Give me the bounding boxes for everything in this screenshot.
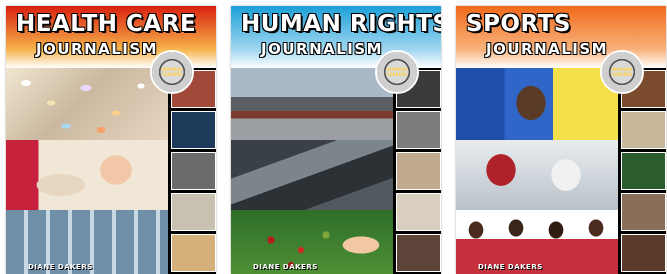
thumbnail (396, 152, 441, 190)
book-subtitle: JOURNALISM (36, 40, 159, 58)
book-cover-human-rights[interactable]: HUMAN RIGHTS JOURNALISM INSPIRED CAREERS… (231, 6, 441, 274)
thumbnail (621, 111, 666, 149)
book-title: SPORTS (466, 11, 571, 37)
thumbnail (396, 111, 441, 149)
cover-photo-fifa (456, 68, 618, 140)
book-cover-sports[interactable]: SPORTS JOURNALISM INSPIRED CAREERS DIANE… (456, 6, 666, 274)
thumbnail-strip (618, 68, 666, 274)
author-name: DIANE DAKERS (28, 263, 93, 271)
cover-photo-ships (231, 68, 393, 140)
seal-text: INSPIRED CAREERS (386, 67, 408, 77)
author-name: DIANE DAKERS (253, 263, 318, 271)
thumbnail (171, 152, 216, 190)
cover-photo-patient (6, 140, 168, 210)
cover-photo-hockey (456, 140, 618, 210)
thumbnail (621, 234, 666, 272)
series-seal-icon: INSPIRED CAREERS (375, 50, 419, 94)
book-subtitle: JOURNALISM (261, 40, 384, 58)
thumbnail (396, 193, 441, 231)
seal-text: INSPIRED CAREERS (161, 67, 183, 77)
series-seal-icon: INSPIRED CAREERS (600, 50, 644, 94)
seal-text: INSPIRED CAREERS (611, 67, 633, 77)
thumbnail-strip (168, 68, 216, 274)
book-subtitle: JOURNALISM (486, 40, 609, 58)
thumbnail (621, 193, 666, 231)
thumbnail (171, 234, 216, 272)
cover-photo-road (231, 140, 393, 210)
series-seal-icon: INSPIRED CAREERS (150, 50, 194, 94)
thumbnail (396, 234, 441, 272)
book-title: HEALTH CARE (16, 11, 197, 37)
book-cover-health-care[interactable]: HEALTH CARE JOURNALISM INSPIRED CAREERS … (6, 6, 216, 274)
author-name: DIANE DAKERS (478, 263, 543, 271)
book-title: HUMAN RIGHTS (241, 11, 441, 37)
thumbnail (621, 152, 666, 190)
cover-photo-pills (6, 68, 168, 140)
thumbnail-strip (393, 68, 441, 274)
thumbnail (171, 111, 216, 149)
thumbnail (171, 193, 216, 231)
